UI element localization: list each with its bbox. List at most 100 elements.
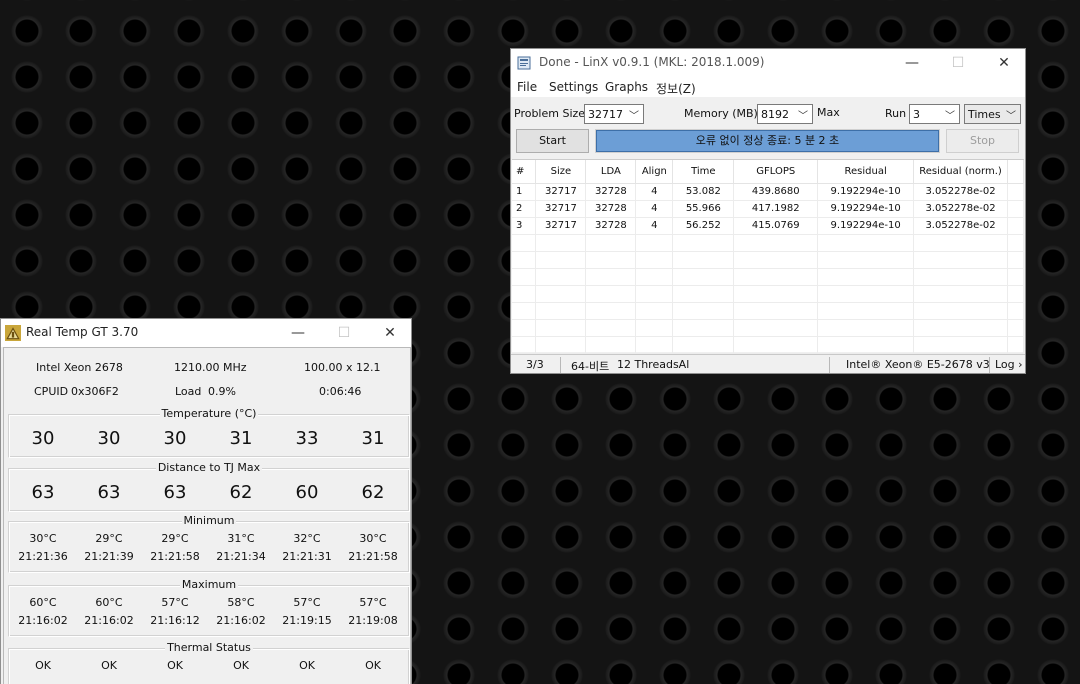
- cell: 439.8680: [733, 183, 819, 201]
- run-count-select[interactable]: 3 ﹀: [909, 104, 960, 124]
- max-temp: 57°C: [293, 596, 321, 609]
- col-header[interactable]: GFLOPS: [733, 160, 819, 184]
- problem-size-label: Problem Size:: [514, 107, 589, 120]
- col-header[interactable]: Size: [535, 160, 587, 184]
- linx-maximize-button[interactable]: ☐: [935, 49, 981, 77]
- linx-minimize-button[interactable]: —: [889, 49, 935, 77]
- progress-bar: 오류 없이 정상 종료: 5 분 2 초: [595, 129, 940, 153]
- menu-graphs[interactable]: Graphs: [605, 80, 648, 94]
- max-time: 21:16:02: [84, 614, 134, 627]
- thermal-status: OK: [167, 659, 183, 672]
- thermal-status: OK: [365, 659, 381, 672]
- cell: 53.082: [672, 183, 735, 201]
- progress-text: 오류 없이 정상 종료: 5 분 2 초: [695, 134, 840, 147]
- memory-select[interactable]: 8192 ﹀: [757, 104, 813, 124]
- min-time: 21:21:31: [282, 550, 332, 563]
- empty-row: [512, 319, 1024, 337]
- distance-title: Distance to TJ Max: [155, 461, 263, 474]
- problem-size-select[interactable]: 32717 ﹀: [584, 104, 644, 124]
- linx-app-icon: [517, 56, 531, 70]
- max-label[interactable]: Max: [817, 106, 840, 119]
- min-time: 21:21:58: [150, 550, 200, 563]
- max-time: 21:16:12: [150, 614, 200, 627]
- cell: 32728: [585, 200, 637, 218]
- core-distance: 63: [97, 482, 121, 503]
- max-time: 21:19:08: [348, 614, 398, 627]
- cell: 32717: [535, 183, 587, 201]
- realtemp-maximize-button[interactable]: ☐: [321, 319, 367, 347]
- distance-group: Distance to TJ Max 63 63 63 62 60 62: [8, 461, 410, 512]
- thermal-status: OK: [101, 659, 117, 672]
- realtemp-close-button[interactable]: ✕: [367, 319, 411, 347]
- realtemp-title: Real Temp GT 3.70: [26, 325, 139, 339]
- max-time: 21:16:02: [216, 614, 266, 627]
- run-label: Run: [885, 107, 907, 120]
- cell: 32717: [535, 200, 587, 218]
- core-temperature: 33: [295, 428, 319, 449]
- core-distance: 62: [361, 482, 385, 503]
- cell: 1: [512, 183, 537, 201]
- linx-statusbar: 3/3 64-비트 12 ThreadsAl Intel® Xeon® E5-2…: [511, 354, 1025, 373]
- linx-close-button[interactable]: ✕: [981, 49, 1025, 77]
- status-bits: 64-비트: [571, 360, 610, 373]
- cell: 3: [512, 217, 537, 235]
- menu-settings[interactable]: Settings: [549, 80, 598, 94]
- cpu-multiplier: 100.00 x 12.1: [304, 361, 381, 374]
- table-row[interactable]: 3 32717 32728 4 56.252 415.0769 9.192294…: [512, 217, 1024, 235]
- col-header[interactable]: LDA: [585, 160, 637, 184]
- min-temp: 29°C: [161, 532, 189, 545]
- realtemp-minimize-button[interactable]: —: [275, 319, 321, 347]
- status-count: 3/3: [526, 358, 544, 371]
- cell: 9.192294e-10: [817, 200, 915, 218]
- max-temp: 58°C: [227, 596, 255, 609]
- start-button[interactable]: Start: [516, 129, 589, 153]
- max-temp: 60°C: [29, 596, 57, 609]
- thermal-status-title: Thermal Status: [165, 641, 253, 654]
- memory-label: Memory (MB):: [684, 107, 762, 120]
- realtemp-body: Intel Xeon 2678 1210.00 MHz 100.00 x 12.…: [3, 347, 411, 684]
- col-header[interactable]: Align: [635, 160, 674, 184]
- cell: 32717: [535, 217, 587, 235]
- linx-window: Done - LinX v0.9.1 (MKL: 2018.1.009) — ☐…: [510, 48, 1026, 374]
- cpuid-value: 0x306F2: [71, 385, 119, 398]
- status-divider: [560, 357, 561, 373]
- cell-filler: [1007, 183, 1024, 201]
- max-temp: 57°C: [359, 596, 387, 609]
- min-time: 21:21:36: [18, 550, 68, 563]
- table-row[interactable]: 2 32717 32728 4 55.966 417.1982 9.192294…: [512, 200, 1024, 218]
- realtemp-titlebar[interactable]: Real Temp GT 3.70 — ☐ ✕: [1, 319, 411, 347]
- thermal-status: OK: [299, 659, 315, 672]
- temperature-title: Temperature (°C): [159, 407, 259, 420]
- core-temperature: 30: [163, 428, 187, 449]
- results-header-row: # Size LDA Align Time GFLOPS Residual Re…: [512, 160, 1024, 184]
- linx-titlebar[interactable]: Done - LinX v0.9.1 (MKL: 2018.1.009) — ☐…: [511, 49, 1025, 77]
- cpu-name: Intel Xeon 2678: [36, 361, 123, 374]
- col-header[interactable]: #: [512, 160, 537, 184]
- min-temp: 30°C: [29, 532, 57, 545]
- log-button[interactable]: Log ›: [995, 358, 1023, 371]
- problem-size-value: 32717: [588, 108, 623, 121]
- minimum-title: Minimum: [181, 514, 237, 527]
- max-time: 21:19:15: [282, 614, 332, 627]
- min-time: 21:21:58: [348, 550, 398, 563]
- cell: 3.052278e-02: [913, 183, 1008, 201]
- table-row[interactable]: 1 32717 32728 4 53.082 439.8680 9.192294…: [512, 183, 1024, 201]
- chevron-down-icon: ﹀: [798, 111, 808, 122]
- empty-row: [512, 251, 1024, 269]
- uptime: 0:06:46: [319, 385, 362, 398]
- stop-button[interactable]: Stop: [946, 129, 1019, 153]
- menu-file[interactable]: File: [517, 80, 537, 94]
- run-unit-select[interactable]: Times ﹀: [964, 104, 1021, 124]
- cell: 3.052278e-02: [913, 200, 1008, 218]
- col-header[interactable]: Residual (norm.): [913, 160, 1008, 184]
- minimum-group: Minimum 30°C 29°C 29°C 31°C 32°C 30°C 21…: [8, 514, 410, 573]
- menu-info[interactable]: 정보(Z): [656, 80, 696, 97]
- run-count-value: 3: [913, 108, 920, 121]
- col-header[interactable]: Residual: [817, 160, 915, 184]
- load-value: 0.9%: [208, 385, 236, 398]
- thermal-status: OK: [233, 659, 249, 672]
- maximum-group: Maximum 60°C 60°C 57°C 58°C 57°C 57°C 21…: [8, 578, 410, 637]
- cpuid-label: CPUID: [34, 385, 69, 398]
- linx-title: Done - LinX v0.9.1 (MKL: 2018.1.009): [539, 55, 765, 69]
- col-header[interactable]: Time: [672, 160, 735, 184]
